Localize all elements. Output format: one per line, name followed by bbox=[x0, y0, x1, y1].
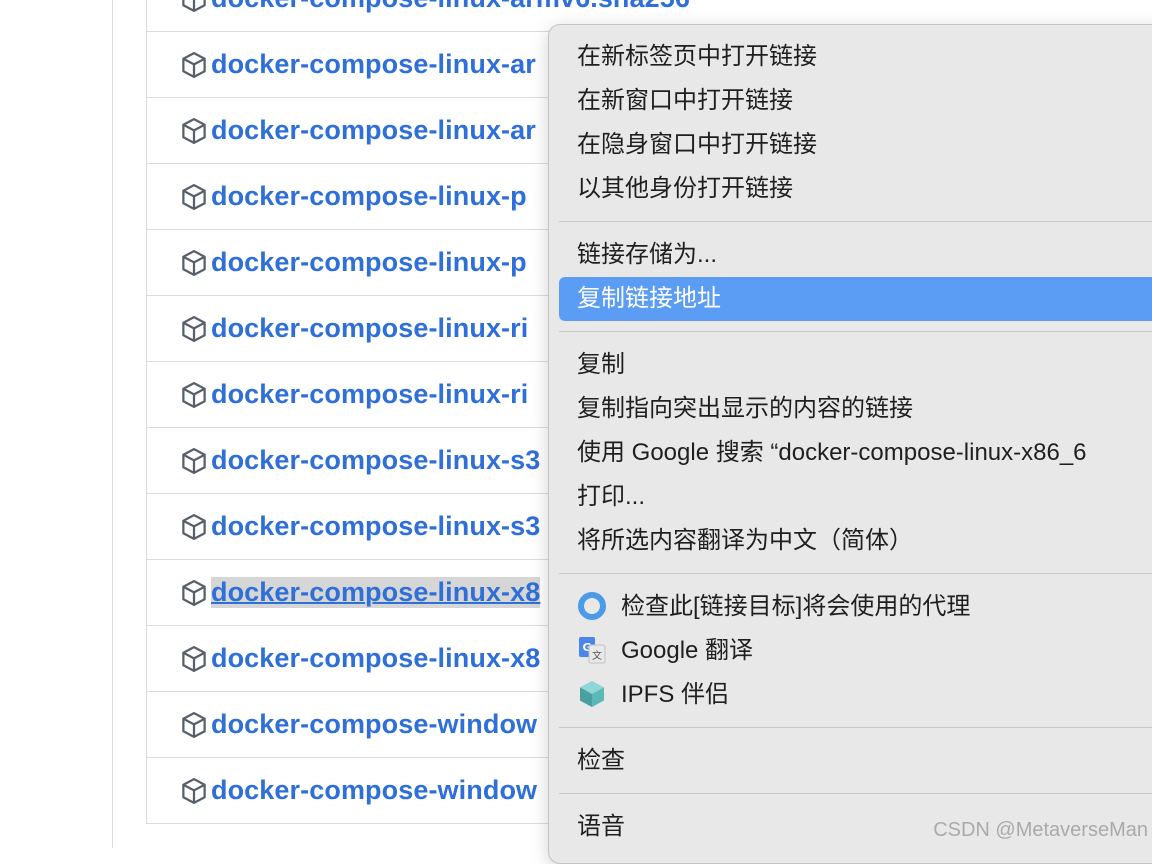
asset-link[interactable]: docker-compose-linux-ri bbox=[211, 313, 528, 344]
package-icon bbox=[179, 380, 209, 410]
menu-open-new-tab[interactable]: 在新标签页中打开链接 bbox=[577, 41, 817, 73]
asset-link[interactable]: docker-compose-linux-s3 bbox=[211, 511, 540, 542]
asset-link[interactable]: docker-compose-linux-s3 bbox=[211, 445, 540, 476]
package-icon bbox=[179, 248, 209, 278]
package-icon bbox=[179, 644, 209, 674]
package-icon bbox=[179, 512, 209, 542]
menu-ipfs-companion[interactable]: IPFS 伴侣 bbox=[577, 679, 729, 711]
menu-copy[interactable]: 复制 bbox=[577, 349, 625, 381]
asset-link[interactable]: docker-compose-window bbox=[211, 775, 537, 806]
menu-google-search[interactable]: 使用 Google 搜索 “docker-compose-linux-x86_6 bbox=[577, 437, 1087, 469]
google-translate-icon: G文 bbox=[577, 635, 607, 665]
package-icon bbox=[179, 182, 209, 212]
menu-google-translate[interactable]: G文 Google 翻译 bbox=[577, 635, 753, 667]
menu-copy-link-to-highlight[interactable]: 复制指向突出显示的内容的链接 bbox=[577, 393, 913, 425]
asset-link[interactable]: docker-compose-linux-ri bbox=[211, 379, 528, 410]
package-icon bbox=[179, 710, 209, 740]
asset-link[interactable]: docker-compose-linux-ar bbox=[211, 49, 536, 80]
menu-open-as-other-profile[interactable]: 以其他身份打开链接 bbox=[577, 173, 793, 205]
menu-separator bbox=[559, 221, 1152, 222]
asset-link[interactable]: docker-compose-linux-x8 bbox=[211, 577, 541, 608]
menu-inspect[interactable]: 检查 bbox=[577, 745, 625, 777]
asset-link[interactable]: docker-compose-linux-p bbox=[211, 247, 527, 278]
menu-open-new-window[interactable]: 在新窗口中打开链接 bbox=[577, 85, 793, 117]
package-icon bbox=[179, 776, 209, 806]
package-icon bbox=[179, 50, 209, 80]
svg-text:文: 文 bbox=[592, 649, 602, 662]
asset-link[interactable]: docker-compose-window bbox=[211, 709, 537, 740]
asset-link[interactable]: docker-compose-linux-armv6.sha256 bbox=[211, 0, 690, 14]
package-icon bbox=[179, 116, 209, 146]
menu-google-translate-label: Google 翻译 bbox=[621, 637, 754, 664]
package-icon bbox=[179, 0, 209, 14]
context-menu: 在新标签页中打开链接 在新窗口中打开链接 在隐身窗口中打开链接 以其他身份打开链… bbox=[548, 24, 1152, 864]
menu-check-proxy-label: 检查此[链接目标]将会使用的代理 bbox=[621, 593, 971, 620]
menu-speech[interactable]: 语音 bbox=[577, 811, 625, 843]
menu-copy-link-address[interactable]: 复制链接地址 bbox=[559, 277, 1152, 321]
menu-ipfs-companion-label: IPFS 伴侣 bbox=[621, 681, 730, 708]
menu-separator bbox=[559, 793, 1152, 794]
asset-link[interactable]: docker-compose-linux-x8 bbox=[211, 643, 540, 674]
ipfs-cube-icon bbox=[577, 679, 607, 709]
menu-check-proxy[interactable]: 检查此[链接目标]将会使用的代理 bbox=[577, 591, 970, 623]
menu-translate-selection[interactable]: 将所选内容翻译为中文（简体） bbox=[577, 525, 913, 557]
package-icon bbox=[179, 314, 209, 344]
watermark: CSDN @MetaverseMan bbox=[933, 819, 1148, 841]
menu-separator bbox=[559, 573, 1152, 574]
menu-save-link-as[interactable]: 链接存储为... bbox=[577, 239, 717, 271]
package-icon bbox=[179, 446, 209, 476]
menu-separator bbox=[559, 727, 1152, 728]
package-icon bbox=[179, 578, 209, 608]
asset-link[interactable]: docker-compose-linux-p bbox=[211, 181, 527, 212]
left-gutter bbox=[0, 0, 113, 848]
proxy-ring-icon bbox=[577, 591, 607, 621]
menu-open-incognito[interactable]: 在隐身窗口中打开链接 bbox=[577, 129, 817, 161]
menu-separator bbox=[559, 331, 1152, 332]
menu-print[interactable]: 打印... bbox=[577, 481, 645, 513]
asset-link[interactable]: docker-compose-linux-ar bbox=[211, 115, 536, 146]
